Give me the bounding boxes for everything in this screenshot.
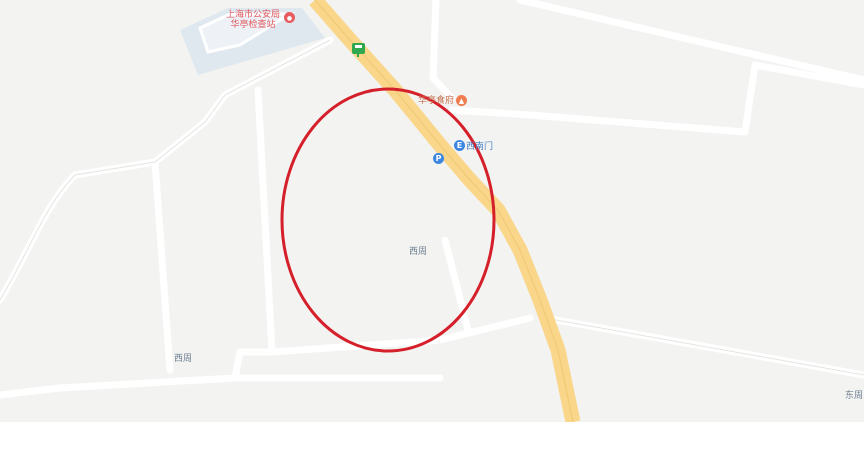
- place-label-dongzhou: 东周: [845, 391, 864, 401]
- location-pin-icon[interactable]: ●: [284, 12, 295, 23]
- minor-roads-edges: [0, 39, 864, 376]
- main-road-edge: [314, 0, 574, 422]
- main-road: [309, 0, 581, 422]
- parking-glyph: P: [435, 154, 442, 163]
- police-station-label[interactable]: 上海市公安局 华亭检查站: [226, 10, 280, 30]
- map-view[interactable]: 上海市公安局 华亭检查站 ● 华亭食府 ▲ E 西南门 P 西周 西周 东周: [0, 0, 864, 422]
- place-label-xizhou-left: 西周: [174, 354, 193, 364]
- police-station-name-line2: 华亭检查站: [230, 20, 276, 30]
- highlight-circle: [280, 87, 496, 353]
- entrance-glyph: E: [456, 141, 463, 150]
- location-pin-glyph: ●: [286, 15, 293, 22]
- place-label-xizhou-center: 西周: [409, 247, 428, 257]
- gate-label[interactable]: 西南门: [466, 142, 493, 153]
- entrance-icon[interactable]: E: [454, 140, 465, 151]
- parking-icon[interactable]: P: [433, 153, 444, 164]
- bus-stop-icon[interactable]: [352, 43, 365, 57]
- restaurant-glyph: ▲: [458, 97, 465, 105]
- restaurant-icon[interactable]: ▲: [456, 95, 467, 106]
- map-roads-layer: [0, 0, 864, 422]
- police-station-name-line1: 上海市公安局: [226, 10, 281, 20]
- minor-roads: [0, 0, 864, 399]
- restaurant-label[interactable]: 华亭食府: [418, 96, 454, 107]
